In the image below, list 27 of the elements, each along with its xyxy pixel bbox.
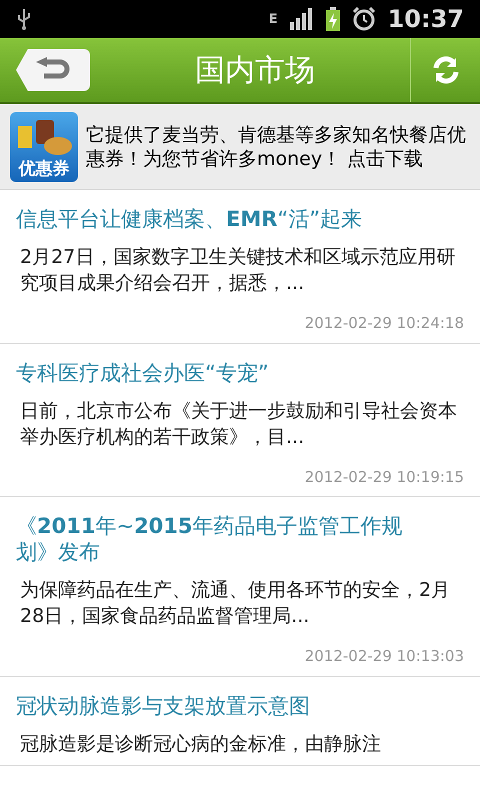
coupon-app-icon: 优惠券: [10, 112, 78, 182]
article-time: 2012-02-29 10:19:15: [304, 466, 464, 488]
article-title: 信息平台让健康档案、EMR“活”起来: [16, 206, 364, 232]
article-item[interactable]: 信息平台让健康档案、EMR“活”起来 2月27日，国家数字卫生关键技术和区域示范应用研究项目成果介绍会召开，据悉，... 2012-02-29 10:24:18: [0, 190, 480, 344]
page-title: 国内市场: [194, 52, 316, 90]
back-button[interactable]: [16, 49, 90, 91]
ad-text: 它提供了麦当劳、肯德基等多家知名快餐店优惠券！为您节省许多money！ 点击下载: [86, 122, 467, 170]
article-time: 2012-02-29 10:24:18: [304, 313, 464, 334]
network-type-label: E: [268, 12, 278, 26]
signal-icon: [290, 8, 314, 30]
article-title: 《2011年~2015年药品电子监管工作规划》发布: [16, 513, 404, 565]
article-summary: 2月27日，国家数字卫生关键技术和区域示范应用研究项目成果介绍会召开，据悉，...: [19, 245, 456, 296]
article-summary: 为保障药品在生产、流通、使用各环节的安全，2月28日，国家食品药品监督管理局...: [19, 578, 452, 629]
article-title: 冠状动脉造影与支架放置示意图: [16, 692, 311, 718]
article-summary: 日前，北京市公布《关于进一步鼓励和引导社会资本举办医疗机构的若干政策》，目...: [19, 398, 458, 450]
refresh-icon: [432, 56, 460, 84]
article-item[interactable]: 《2011年~2015年药品电子监管工作规划》发布 为保障药品在生产、流通、使用各环节的安全，2月28日，国家食品药品监督管理局... 2012-02-29 10:13:03: [0, 497, 480, 676]
ad-banner[interactable]: 优惠券 它提供了麦当劳、肯德基等多家知名快餐店优惠券！为您节省许多money！ 点击下载: [0, 104, 480, 190]
usb-icon: [16, 7, 32, 31]
article-time: 2012-02-29 10:13:03: [304, 646, 464, 667]
battery-charging-icon: [326, 7, 340, 31]
article-item[interactable]: 专科医疗成社会办医“专宠” 日前，北京市公布《关于进一步鼓励和引导社会资本举办医疗机构的若干政策》，目... 2012-02-29 10:19:15: [0, 344, 480, 497]
clock-time: 10:37: [388, 4, 464, 35]
article-summary: 冠脉造影是诊断冠心病的金标准，由静脉注: [19, 732, 382, 756]
alarm-clock-icon: [352, 7, 376, 31]
article-item[interactable]: 冠状动脉造影与支架放置示意图 冠脉造影是诊断冠心病的金标准，由静脉注: [0, 676, 480, 766]
article-title: 专科医疗成社会办医“专宠”: [16, 360, 270, 386]
